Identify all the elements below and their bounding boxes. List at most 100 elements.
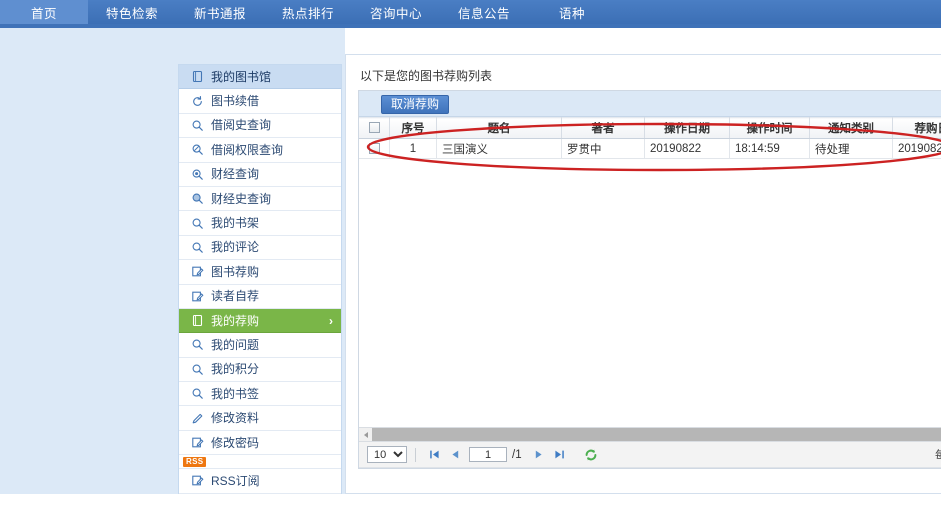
sidebar-item-label: 借阅权限查询 <box>211 144 283 156</box>
pager-right-text: 每 <box>935 447 941 463</box>
sidebar-item-label: 我的书架 <box>211 217 259 229</box>
column-header-recommend-date[interactable]: 荐购日期 <box>893 118 941 139</box>
pager-divider <box>415 448 416 462</box>
scroll-left-arrow-icon[interactable] <box>359 428 372 441</box>
column-header-index[interactable]: 序号 <box>390 118 437 139</box>
first-page-icon[interactable] <box>426 446 443 463</box>
top-navigation-bar: 首页 特色检索 新书通报 热点排行 咨询中心 信息公告 语种 <box>0 0 941 24</box>
total-pages-label: /1 <box>512 449 522 461</box>
edit-icon <box>189 288 205 304</box>
sidebar-item-rss-subscribe[interactable]: RSS订阅 <box>179 469 341 493</box>
sidebar-item-label: 我的评论 <box>211 241 259 253</box>
rss-badge-row: RSS <box>179 455 341 469</box>
column-header-author[interactable]: 著者 <box>562 118 645 139</box>
cell-operation-time: 18:14:59 <box>730 139 810 159</box>
nav-item-label: 信息公告 <box>458 3 510 22</box>
recommendation-table: 序号 题名 著者 操作日期 操作时间 通知类别 荐购日期 1 <box>359 117 941 159</box>
cancel-recommendation-button[interactable]: 取消荐购 <box>381 95 449 114</box>
page-body: 我的图书馆 图书续借 借阅史查询 借阅权限查询 财经查询 <box>0 28 941 520</box>
sidebar-item-edit-profile[interactable]: 修改资料 <box>179 406 341 430</box>
table-row[interactable]: 1 三国演义 罗贯中 20190822 18:14:59 待处理 2019082… <box>359 139 941 159</box>
page-size-select[interactable]: 10 20 50 100 <box>367 446 407 463</box>
edit-icon <box>189 473 205 489</box>
search-dot-icon <box>189 166 205 182</box>
search-icon <box>189 361 205 377</box>
sidebar-item-book-renew[interactable]: 图书续借 <box>179 89 341 113</box>
sidebar: 我的图书馆 图书续借 借阅史查询 借阅权限查询 财经查询 <box>178 64 342 519</box>
nav-item-language[interactable]: 语种 <box>528 0 616 24</box>
sidebar-item-label: 修改资料 <box>211 412 259 424</box>
sidebar-item-label: 图书荐购 <box>211 266 259 278</box>
row-checkbox[interactable] <box>369 143 380 154</box>
book-icon <box>189 313 205 329</box>
column-header-title[interactable]: 题名 <box>437 118 562 139</box>
column-header-select[interactable] <box>359 118 390 139</box>
sidebar-item-my-recommendations[interactable]: 我的荐购 › <box>179 309 341 333</box>
sidebar-item-label: 读者自荐 <box>211 290 259 302</box>
cell-index: 1 <box>390 139 437 159</box>
row-select-cell[interactable] <box>359 139 390 159</box>
cell-notice-type: 待处理 <box>810 139 893 159</box>
nav-item-label: 咨询中心 <box>370 3 422 22</box>
sidebar-item-change-password[interactable]: 修改密码 <box>179 431 341 455</box>
sidebar-item-my-comments[interactable]: 我的评论 <box>179 236 341 260</box>
sidebar-header-label: 我的图书馆 <box>211 71 271 83</box>
chevron-right-icon: › <box>329 314 333 328</box>
cell-title: 三国演义 <box>437 139 562 159</box>
sidebar-item-label: 财经史查询 <box>211 193 271 205</box>
scrollbar-track[interactable] <box>372 428 941 441</box>
column-header-operation-date[interactable]: 操作日期 <box>645 118 730 139</box>
nav-item-label: 热点排行 <box>282 3 334 22</box>
sidebar-item-label: 借阅史查询 <box>211 119 271 131</box>
nav-item-home[interactable]: 首页 <box>0 0 88 24</box>
nav-item-label: 特色检索 <box>106 3 158 22</box>
search-filled-icon <box>189 191 205 207</box>
column-header-operation-time[interactable]: 操作时间 <box>730 118 810 139</box>
sidebar-item-label: 我的荐购 <box>211 315 259 327</box>
nav-item-hot-ranking[interactable]: 热点排行 <box>264 0 352 24</box>
pencil-icon <box>189 410 205 426</box>
sidebar-item-my-points[interactable]: 我的积分 <box>179 358 341 382</box>
table-header-row: 序号 题名 著者 操作日期 操作时间 通知类别 荐购日期 <box>359 118 941 139</box>
last-page-icon[interactable] <box>551 446 568 463</box>
current-page-input[interactable] <box>469 447 507 462</box>
sidebar-item-borrow-history[interactable]: 借阅史查询 <box>179 114 341 138</box>
next-page-icon[interactable] <box>530 446 547 463</box>
select-all-checkbox[interactable] <box>369 122 380 133</box>
sidebar-item-finance-history[interactable]: 财经史查询 <box>179 187 341 211</box>
search-slash-icon <box>189 142 205 158</box>
sidebar-item-book-recommendation[interactable]: 图书荐购 <box>179 260 341 284</box>
sidebar-item-label: 我的书签 <box>211 388 259 400</box>
nav-item-label: 新书通报 <box>194 3 246 22</box>
nav-item-announcements[interactable]: 信息公告 <box>440 0 528 24</box>
search-icon <box>189 239 205 255</box>
nav-item-label: 语种 <box>559 3 585 22</box>
edit-icon <box>189 264 205 280</box>
sidebar-item-borrow-permission[interactable]: 借阅权限查询 <box>179 138 341 162</box>
grid-empty-space <box>359 159 941 427</box>
sidebar-item-my-bookshelf[interactable]: 我的书架 <box>179 211 341 235</box>
column-header-notice-type[interactable]: 通知类别 <box>810 118 893 139</box>
refresh-icon[interactable] <box>584 448 598 462</box>
book-icon <box>189 69 205 85</box>
sidebar-item-my-bookmarks[interactable]: 我的书签 <box>179 382 341 406</box>
search-icon <box>189 117 205 133</box>
rss-badge: RSS <box>183 457 206 467</box>
grid-toolbar: 取消荐购 <box>359 91 941 117</box>
content-heading: 以下是您的图书荐购列表 <box>346 55 941 90</box>
search-icon <box>189 337 205 353</box>
horizontal-scrollbar[interactable] <box>359 427 941 442</box>
sidebar-item-label: 修改密码 <box>211 437 259 449</box>
nav-item-featured-search[interactable]: 特色检索 <box>88 0 176 24</box>
sidebar-header-my-library[interactable]: 我的图书馆 <box>179 65 341 89</box>
nav-item-new-books[interactable]: 新书通报 <box>176 0 264 24</box>
sidebar-item-my-questions[interactable]: 我的问题 <box>179 333 341 357</box>
search-icon <box>189 386 205 402</box>
sidebar-item-finance-query[interactable]: 财经查询 <box>179 163 341 187</box>
prev-page-icon[interactable] <box>447 446 464 463</box>
nav-item-label: 首页 <box>31 3 57 22</box>
sidebar-item-reader-self-recommend[interactable]: 读者自荐 <box>179 285 341 309</box>
scrollbar-thumb[interactable] <box>372 428 941 441</box>
bottom-strip <box>0 494 941 520</box>
nav-item-consulting-center[interactable]: 咨询中心 <box>352 0 440 24</box>
